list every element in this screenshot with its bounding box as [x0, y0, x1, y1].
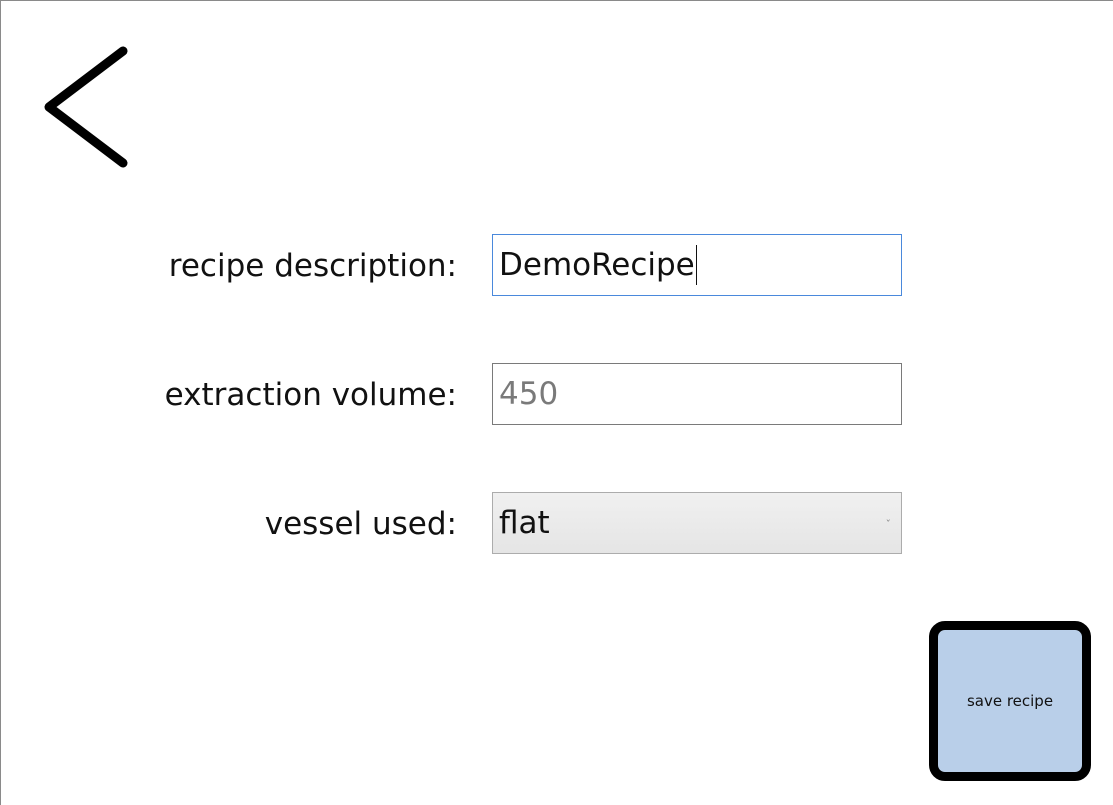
vessel-used-label: vessel used:	[264, 506, 457, 542]
window-top-edge	[2, 1, 1113, 4]
recipe-editor-window: recipe description: DemoRecipe extractio…	[0, 0, 1113, 805]
save-recipe-button[interactable]: save recipe	[929, 621, 1091, 781]
vessel-used-select[interactable]: flat ˇ	[492, 492, 902, 554]
recipe-description-value: DemoRecipe	[499, 247, 695, 283]
extraction-volume-input[interactable]: 450	[492, 363, 902, 425]
recipe-description-input[interactable]: DemoRecipe	[492, 234, 902, 296]
save-recipe-label: save recipe	[966, 692, 1054, 710]
extraction-volume-label: extraction volume:	[164, 377, 457, 413]
extraction-volume-placeholder: 450	[499, 376, 559, 412]
chevron-left-icon	[44, 46, 128, 168]
text-caret	[695, 245, 697, 285]
vessel-selected-value: flat	[499, 505, 550, 541]
chevron-down-icon: ˇ	[885, 518, 892, 531]
recipe-description-label: recipe description:	[168, 248, 457, 284]
back-button[interactable]	[41, 45, 131, 169]
